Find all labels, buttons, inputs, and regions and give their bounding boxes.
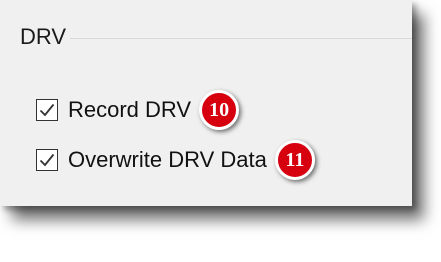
overwrite-drv-data-option[interactable]: Overwrite DRV Data 11 (36, 140, 315, 180)
record-drv-checkbox[interactable] (36, 99, 58, 121)
overwrite-drv-data-label: Overwrite DRV Data (68, 147, 267, 172)
record-drv-label: Record DRV (68, 97, 192, 122)
callout-badge-10: 10 (199, 90, 240, 130)
drv-options-panel: DRV Record DRV 10 Overwrite DRV Data 11 (0, 0, 412, 206)
group-title: DRV (20, 24, 69, 49)
checkmark-icon (39, 153, 55, 167)
checkmark-icon (39, 103, 55, 117)
record-drv-option[interactable]: Record DRV 10 (36, 90, 240, 130)
group-divider (70, 38, 412, 39)
overwrite-drv-data-checkbox[interactable] (36, 149, 58, 171)
callout-badge-11: 11 (274, 140, 315, 180)
